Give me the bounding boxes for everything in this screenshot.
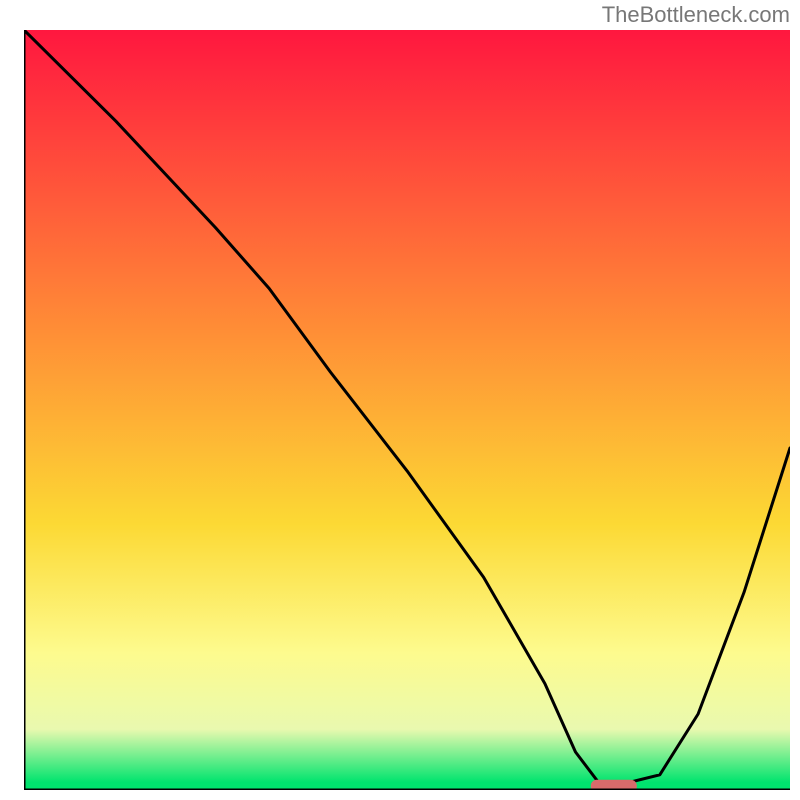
optimal-marker [591, 780, 637, 790]
chart-svg [24, 30, 790, 790]
plot-area [24, 30, 790, 790]
chart-container: TheBottleneck.com [0, 0, 800, 800]
watermark-text: TheBottleneck.com [602, 2, 790, 28]
